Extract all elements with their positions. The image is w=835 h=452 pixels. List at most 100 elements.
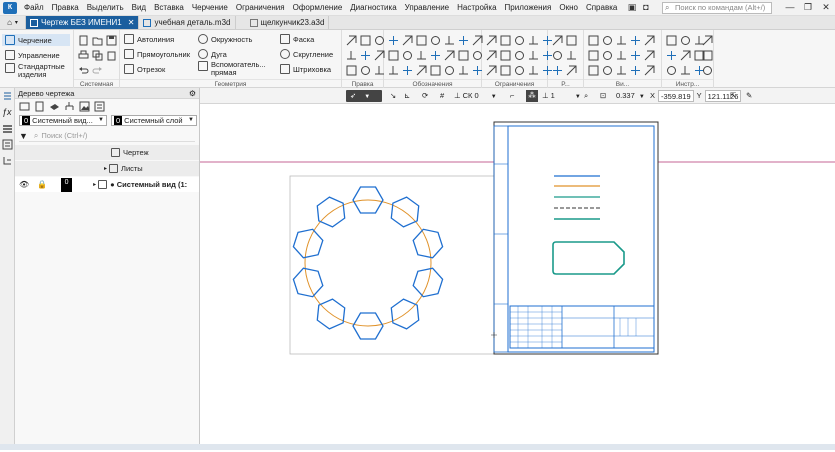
tree-item-sheets[interactable]: ▸ Листы [15, 161, 199, 176]
save-icon[interactable] [106, 35, 117, 46]
tool-icon[interactable] [602, 35, 613, 46]
tool-icon[interactable] [472, 35, 483, 46]
tool-icon[interactable] [416, 65, 427, 76]
menu-apps[interactable]: Приложения [501, 0, 556, 16]
chevron-right-icon[interactable]: ▸ [104, 165, 107, 172]
tool-icon[interactable] [402, 50, 413, 61]
zoom-value-field[interactable]: 0.337 ▼ [616, 90, 645, 102]
menu-drafting[interactable]: Черчение [188, 0, 232, 16]
menu-window[interactable]: Окно [555, 0, 582, 16]
tool-icon[interactable] [500, 35, 511, 46]
tool-icon[interactable] [486, 50, 497, 61]
tool-icon[interactable] [486, 35, 497, 46]
tool-icon[interactable] [702, 50, 713, 61]
menu-constraints[interactable]: Ограничения [232, 0, 289, 16]
command-search-input[interactable]: ⌕ Поиск по командам (Alt+/) [662, 2, 772, 14]
home-tab[interactable]: ⌂ ▾ [0, 16, 26, 29]
tab-assembly[interactable]: щелкунчик23.a3d [236, 16, 330, 29]
layer-select[interactable]: 0 Системный слой ▼ [111, 115, 197, 126]
tool-icon[interactable] [458, 35, 469, 46]
tool-icon[interactable] [444, 35, 455, 46]
tool-icon[interactable] [552, 65, 563, 76]
cs-select[interactable]: ⊥ СК 0 ▼ [454, 90, 497, 102]
tool-icon[interactable] [346, 35, 357, 46]
tool-icon[interactable] [514, 35, 525, 46]
view-icon[interactable] [19, 101, 30, 112]
redo-icon[interactable] [92, 65, 103, 76]
menu-select[interactable]: Выделить [83, 0, 128, 16]
close-tab-icon[interactable]: ✕ [128, 18, 135, 27]
eye-icon[interactable]: 👁 [19, 180, 29, 189]
filter-list-icon[interactable] [94, 101, 105, 112]
menu-edit[interactable]: Правка [48, 0, 83, 16]
zoom-icon[interactable]: ⌕ [584, 90, 588, 102]
restore-icon[interactable]: ❐ [802, 1, 814, 13]
tool-icon[interactable] [444, 65, 455, 76]
gear-icon[interactable]: ⚙ [189, 88, 196, 99]
close-window-icon[interactable]: ✕ [820, 1, 832, 13]
menu-file[interactable]: Файл [20, 0, 48, 16]
tool-icon[interactable] [680, 65, 691, 76]
tool-icon[interactable] [444, 50, 455, 61]
menu-view[interactable]: Вид [128, 0, 150, 16]
tool-icon[interactable] [486, 65, 497, 76]
lock-icon[interactable]: 🔒 [37, 180, 47, 189]
open-folder-icon[interactable] [92, 35, 103, 46]
tool-icon[interactable] [666, 65, 677, 76]
tool-icon[interactable] [566, 65, 577, 76]
tab-drawing-unnamed[interactable]: Чертеж БЕЗ ИМЕНИ1 ✕ [26, 16, 140, 29]
tool-icon[interactable] [680, 35, 691, 46]
tree-structure-icon[interactable] [64, 101, 75, 112]
menu-management[interactable]: Управление [401, 0, 453, 16]
tool-icon[interactable] [616, 50, 627, 61]
orto-icon[interactable]: ⊾ [404, 90, 410, 102]
tab-part[interactable]: учебная деталь.m3d [139, 16, 236, 29]
tool-icon[interactable] [360, 50, 371, 61]
chamfer-button[interactable]: Фаска [280, 34, 314, 44]
circle-button[interactable]: Окружность [198, 34, 252, 44]
tool-icon[interactable] [644, 65, 655, 76]
fillet-button[interactable]: Скругление [280, 49, 333, 59]
tool-icon[interactable] [514, 65, 525, 76]
paste-icon[interactable] [106, 50, 117, 61]
menu-formatting[interactable]: Оформление [289, 0, 347, 16]
tool-icon[interactable] [666, 35, 677, 46]
info-icon[interactable]: ▣ [626, 1, 638, 13]
sheet-icon[interactable] [34, 101, 45, 112]
tool-icon[interactable] [402, 35, 413, 46]
tool-icon[interactable] [528, 65, 539, 76]
pencil-icon[interactable]: ✎ [746, 90, 752, 102]
tool-icon[interactable] [402, 65, 413, 76]
tool-icon[interactable] [360, 65, 371, 76]
cursor-icon[interactable]: ⇱ [730, 90, 736, 102]
filter-icon[interactable]: ▼ [19, 131, 28, 141]
tool-icon[interactable] [588, 35, 599, 46]
view-select[interactable]: 0 Системный вид... ▼ [19, 115, 107, 126]
tool-icon[interactable] [566, 50, 577, 61]
tool-icon[interactable] [680, 50, 691, 61]
structure-tab-icon[interactable] [2, 155, 13, 166]
tool-icon[interactable] [346, 50, 357, 61]
tool-icon[interactable] [374, 65, 385, 76]
tool-icon[interactable] [702, 65, 713, 76]
tool-icon[interactable] [630, 65, 641, 76]
tool-icon[interactable] [588, 50, 599, 61]
tree-item-drawing[interactable]: Чертеж [15, 145, 199, 160]
tree-search[interactable]: ▼ ⌕ Поиск (Ctrl+/) [19, 130, 195, 142]
layer-icon[interactable] [49, 101, 60, 112]
tool-icon[interactable] [644, 50, 655, 61]
chevron-right-icon[interactable]: ▸ [93, 181, 96, 188]
tool-icon[interactable] [528, 50, 539, 61]
tool-icon[interactable] [702, 35, 713, 46]
tool-icon[interactable] [374, 50, 385, 61]
tool-icon[interactable] [430, 35, 441, 46]
tool-icon[interactable] [616, 35, 627, 46]
mode-drafting[interactable]: Черчение [2, 34, 70, 46]
menu-insert[interactable]: Вставка [150, 0, 188, 16]
tool-icon[interactable] [458, 50, 469, 61]
tool-icon[interactable] [566, 35, 577, 46]
menu-settings[interactable]: Настройка [453, 0, 500, 16]
rotate-icon[interactable]: ⟳ [422, 90, 428, 102]
tool-icon[interactable] [630, 50, 641, 61]
tool-icon[interactable] [416, 50, 427, 61]
